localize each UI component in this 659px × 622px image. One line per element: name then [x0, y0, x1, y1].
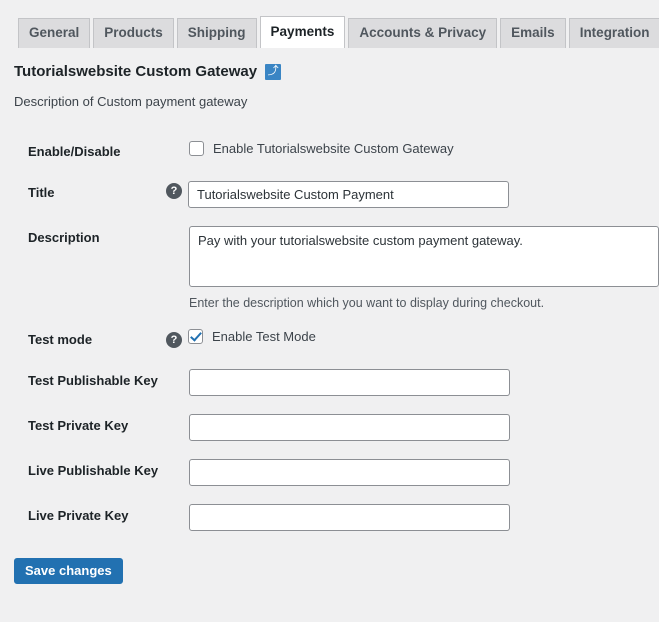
test-mode-help-icon[interactable]: ? [166, 332, 182, 348]
tab-products[interactable]: Products [93, 18, 174, 48]
row-test-publishable-key: Test Publishable Key [14, 360, 659, 405]
page-title: Tutorialswebsite Custom Gateway ⤴ [14, 63, 659, 80]
label-test-mode: Test mode [28, 332, 93, 347]
label-test-private-key: Test Private Key [28, 418, 129, 433]
row-live-private-key: Live Private Key [14, 495, 659, 540]
settings-tab-bar: General Products Shipping Payments Accou… [0, 16, 659, 48]
tab-integration[interactable]: Integration [568, 18, 659, 48]
title-input[interactable] [188, 181, 509, 208]
label-description: Description [28, 230, 100, 245]
enable-gateway-checkbox-label: Enable Tutorialswebsite Custom Gateway [213, 141, 454, 156]
label-enable-disable: Enable/Disable [28, 144, 121, 159]
test-publishable-key-input[interactable] [189, 369, 510, 396]
section-description: Description of Custom payment gateway [14, 94, 248, 109]
description-textarea[interactable]: Pay with your tutorialswebsite custom pa… [189, 226, 659, 287]
description-help-text: Enter the description which you want to … [189, 296, 545, 310]
tab-general[interactable]: General [18, 18, 91, 48]
tab-accounts-privacy[interactable]: Accounts & Privacy [348, 18, 498, 48]
label-live-private-key: Live Private Key [28, 508, 129, 523]
row-enable-disable: Enable/Disable Enable Tutorialswebsite C… [14, 131, 659, 172]
form-footer: Save changes [0, 540, 659, 584]
title-help-icon[interactable]: ? [166, 183, 182, 199]
page-title-text: Tutorialswebsite Custom Gateway [14, 63, 258, 80]
row-test-mode: Test mode ? Enable Test Mode [14, 319, 659, 360]
label-live-publishable-key: Live Publishable Key [28, 463, 159, 478]
live-private-key-input[interactable] [189, 504, 510, 531]
enable-gateway-checkbox-box[interactable] [189, 141, 204, 156]
row-test-private-key: Test Private Key [14, 405, 659, 450]
row-title: Title ? [14, 172, 659, 217]
tab-payments[interactable]: Payments [259, 16, 346, 48]
test-mode-checkbox[interactable]: Enable Test Mode [188, 329, 316, 344]
tab-shipping[interactable]: Shipping [176, 18, 257, 48]
gateway-badge-icon: ⤴ [265, 63, 282, 80]
tab-emails[interactable]: Emails [500, 18, 566, 48]
gateway-settings-section: Tutorialswebsite Custom Gateway ⤴ Descri… [0, 63, 659, 540]
test-mode-checkbox-box[interactable] [188, 329, 203, 344]
row-live-publishable-key: Live Publishable Key [14, 450, 659, 495]
test-mode-checkbox-label: Enable Test Mode [212, 329, 316, 344]
enable-gateway-checkbox[interactable]: Enable Tutorialswebsite Custom Gateway [189, 141, 454, 156]
label-test-publishable-key: Test Publishable Key [28, 373, 158, 388]
row-description: Description Pay with your tutorialswebsi… [14, 217, 659, 319]
live-publishable-key-input[interactable] [189, 459, 510, 486]
test-private-key-input[interactable] [189, 414, 510, 441]
save-changes-button[interactable]: Save changes [14, 558, 123, 584]
label-title: Title [28, 185, 55, 200]
gateway-settings-form: Enable/Disable Enable Tutorialswebsite C… [14, 131, 659, 540]
